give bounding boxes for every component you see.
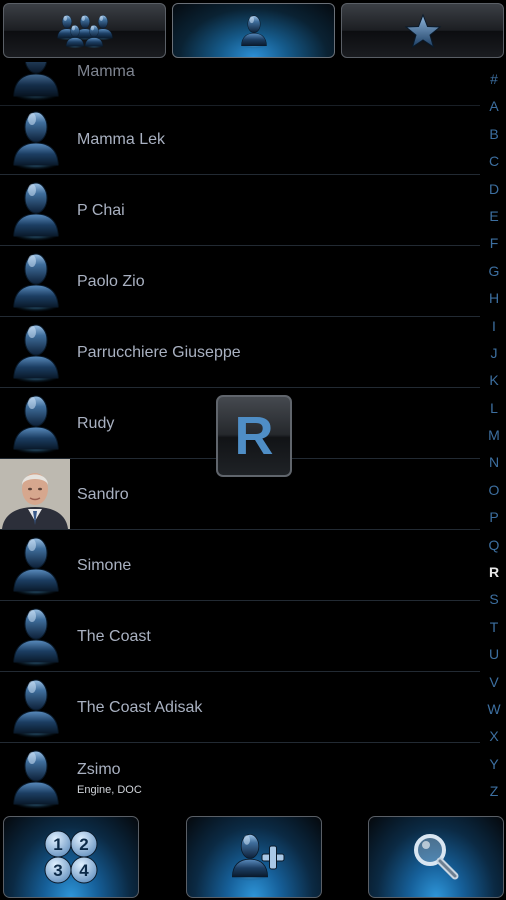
index-letter[interactable]: K — [482, 367, 506, 394]
contact-name: Zsimo — [77, 761, 121, 778]
svg-text:2: 2 — [79, 835, 88, 854]
svg-text:4: 4 — [79, 861, 89, 880]
index-letter[interactable]: Z — [482, 778, 506, 805]
contact-row[interactable]: P Chai — [0, 175, 480, 246]
contact-subtitle: Engine, DOC — [77, 784, 142, 796]
contact-row[interactable]: The Coast — [0, 601, 480, 672]
person-silhouette-icon — [6, 107, 66, 171]
tab-groups[interactable] — [3, 3, 166, 58]
person-silhouette-icon — [6, 604, 66, 668]
index-letter[interactable]: I — [482, 313, 506, 340]
index-letter[interactable]: M — [482, 422, 506, 449]
top-tab-bar — [0, 0, 506, 62]
group-icon — [55, 14, 114, 49]
index-letter[interactable]: W — [482, 696, 506, 723]
fast-scroll-letter-overlay: R — [216, 395, 292, 477]
person-silhouette-icon — [6, 391, 66, 455]
index-letter[interactable]: F — [482, 230, 506, 257]
svg-text:3: 3 — [53, 861, 62, 880]
person-silhouette-icon — [6, 675, 66, 739]
person-silhouette-icon — [6, 62, 66, 102]
contact-name: Sandro — [77, 486, 129, 503]
add-contact-icon — [230, 833, 285, 882]
search-button[interactable] — [368, 816, 504, 898]
contact-name: P Chai — [77, 202, 125, 219]
tab-contacts[interactable] — [172, 3, 335, 58]
index-letter[interactable]: # — [482, 66, 506, 93]
index-letter[interactable]: O — [482, 477, 506, 504]
search-magnifier-icon — [414, 834, 459, 880]
svg-text:1: 1 — [53, 835, 62, 854]
person-silhouette-icon — [6, 746, 66, 810]
person-silhouette-icon — [6, 249, 66, 313]
contact-row[interactable]: Mamma — [0, 62, 480, 106]
contact-name: The Coast — [77, 628, 151, 645]
index-letter[interactable]: U — [482, 641, 506, 668]
index-letter[interactable]: T — [482, 614, 506, 641]
contact-name: Mamma Lek — [77, 131, 166, 148]
dialpad-button[interactable]: 1 2 3 4 — [3, 816, 139, 898]
index-letter[interactable]: S — [482, 586, 506, 613]
index-letter[interactable]: B — [482, 121, 506, 148]
index-letter[interactable]: N — [482, 449, 506, 476]
dialpad-1234-icon: 1 2 3 4 — [44, 830, 98, 884]
index-letter[interactable]: G — [482, 258, 506, 285]
index-letter[interactable]: C — [482, 148, 506, 175]
contact-row[interactable]: Parrucchiere Giuseppe — [0, 317, 480, 388]
index-letter[interactable]: H — [482, 285, 506, 312]
contact-row[interactable]: Mamma Lek — [0, 104, 480, 175]
alphabet-index[interactable]: # A B C D E F G H I J K L M N O P Q R S T U V W X Y Z — [482, 66, 506, 810]
person-silhouette-icon — [6, 533, 66, 597]
contact-name: Rudy — [77, 415, 115, 432]
index-letter[interactable]: X — [482, 723, 506, 750]
index-letter[interactable]: V — [482, 669, 506, 696]
contact-name: The Coast Adisak — [77, 699, 203, 716]
contact-row[interactable]: The Coast Adisak — [0, 672, 480, 743]
contact-name: Mamma — [77, 63, 135, 80]
add-contact-button[interactable] — [186, 816, 322, 898]
overlay-letter: R — [234, 406, 274, 466]
contact-name: Parrucchiere Giuseppe — [77, 344, 241, 361]
index-letter[interactable]: P — [482, 504, 506, 531]
index-letter[interactable]: R — [482, 559, 506, 586]
index-letter[interactable]: Y — [482, 751, 506, 778]
person-silhouette-icon — [6, 178, 66, 242]
index-letter[interactable]: L — [482, 395, 506, 422]
star-icon — [404, 13, 441, 48]
contact-row[interactable]: Paolo Zio — [0, 246, 480, 317]
bottom-action-bar: 1 2 3 4 — [0, 812, 506, 900]
index-letter[interactable]: D — [482, 176, 506, 203]
index-letter[interactable]: A — [482, 93, 506, 120]
tab-favorites[interactable] — [341, 3, 504, 58]
contact-photo — [0, 459, 70, 529]
contact-name: Paolo Zio — [77, 273, 145, 290]
contact-row[interactable]: Simone — [0, 530, 480, 601]
index-letter[interactable]: Q — [482, 532, 506, 559]
person-silhouette-icon — [6, 320, 66, 384]
contact-person-icon — [239, 14, 268, 49]
index-letter[interactable]: J — [482, 340, 506, 367]
index-letter[interactable]: E — [482, 203, 506, 230]
contact-name: Simone — [77, 557, 132, 574]
contact-row[interactable]: Zsimo Engine, DOC — [0, 743, 480, 812]
